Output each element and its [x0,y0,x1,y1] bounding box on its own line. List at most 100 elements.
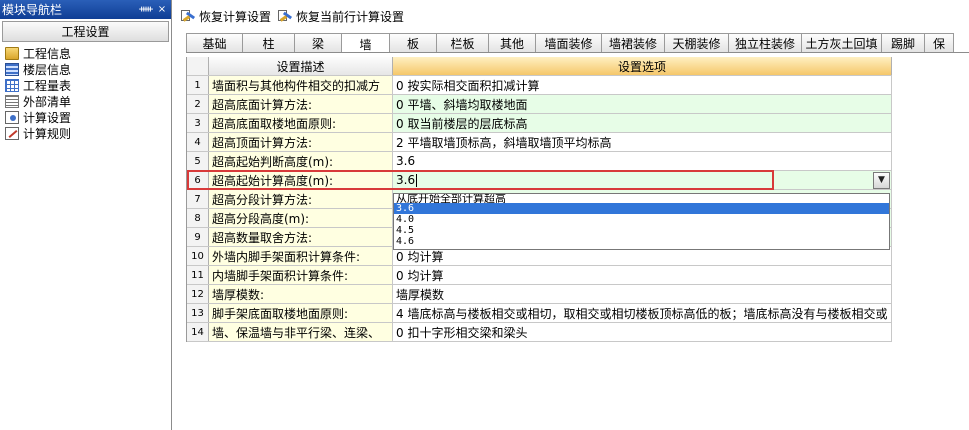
row-description: 内墙脚手架面积计算条件: [209,266,393,284]
nav-item-calc-rules[interactable]: 计算规则 [5,125,171,141]
header-description: 设置描述 [209,57,393,75]
row-description: 超高数量取舍方法: [209,228,393,246]
row-description: 超高分段高度(m): [209,209,393,227]
row-description: 超高起始计算高度(m): [209,171,393,189]
dropdown-hidden-text: 从底开始全部计算超高 [396,194,506,203]
row-option[interactable]: 4 墙底标高与楼板相交或相切，取相交或相切楼板顶标高低的板；墙底标高没有与楼板相… [393,304,892,322]
dropdown-option[interactable]: 4.6 [394,236,889,247]
tab-dado-finish[interactable]: 墙裙装修 [601,33,665,52]
toolbar: 恢复计算设置 恢复当前行计算设置 [173,0,969,32]
row-number: 5 [187,152,209,170]
dropdown-option[interactable]: 4.0 [394,214,889,225]
component-tabs: 基础 柱 梁 墙 板 栏板 其他 墙面装修 墙裙装修 天棚装修 独立柱装修 土方… [186,33,969,53]
nav-item-label: 计算规则 [23,126,72,141]
row-option[interactable]: 墙厚模数 [393,285,892,303]
table-row-active[interactable]: 6 超高起始计算高度(m): 3.6 ▼ [187,171,892,190]
table-row[interactable]: 13 脚手架底面取楼地面原则: 4 墙底标高与楼板相交或相切，取相交或相切楼板顶… [187,304,892,323]
settings-icon [5,110,19,124]
nav-item-project-info[interactable]: 工程信息 [5,45,171,61]
row-option[interactable]: 0 平墙、斜墙均取楼地面 [393,95,892,113]
row-number: 9 [187,228,209,246]
tab-column-finish[interactable]: 独立柱装修 [728,33,802,52]
table-row[interactable]: 11 内墙脚手架面积计算条件: 0 均计算 [187,266,892,285]
row-number: 14 [187,323,209,341]
restore-settings-button[interactable]: 恢复计算设置 [177,5,274,27]
row-number: 10 [187,247,209,265]
restore-current-row-button[interactable]: 恢复当前行计算设置 [274,5,407,27]
row-description: 墙、保温墙与非平行梁、连梁、 [209,323,393,341]
row-description: 超高起始判断高度(m): [209,152,393,170]
table-row[interactable]: 5 超高起始判断高度(m): 3.6 [187,152,892,171]
tab-wall[interactable]: 墙 [341,33,390,52]
row-description: 超高分段计算方法: [209,190,393,208]
row-number: 8 [187,209,209,227]
nav-panel-header: 模块导航栏 ᚔ × [0,0,171,19]
tab-column[interactable]: 柱 [242,33,295,52]
row-description: 墙厚模数: [209,285,393,303]
tab-more[interactable]: 保 [924,33,954,52]
tab-ceiling-finish[interactable]: 天棚装修 [664,33,729,52]
nav-item-quantity-table[interactable]: 工程量表 [5,77,171,93]
nav-item-external-list[interactable]: 外部清单 [5,93,171,109]
nav-panel-title: 模块导航栏 [2,3,63,17]
pin-icon[interactable]: ᚔ [139,3,153,17]
row-option[interactable]: 0 按实际相交面积扣减计算 [393,76,892,94]
table-row[interactable]: 14 墙、保温墙与非平行梁、连梁、 0 扣十字形相交梁和梁头 [187,323,892,342]
text-cursor [416,173,418,187]
chevron-down-icon[interactable]: ▼ [873,171,890,189]
tab-other[interactable]: 其他 [488,33,536,52]
restore-current-row-label: 恢复当前行计算设置 [296,9,405,24]
height-dropdown-list: 从底开始全部计算超高 3.6 4.0 4.5 4.6 [393,193,890,250]
row-option[interactable]: 3.6 [393,152,892,170]
row-description: 超高底面计算方法: [209,95,393,113]
tab-parapet[interactable]: 栏板 [436,33,489,52]
row-number: 13 [187,304,209,322]
row-number: 3 [187,114,209,132]
nav-item-floor-info[interactable]: 楼层信息 [5,61,171,77]
row-option[interactable]: 0 均计算 [393,266,892,284]
table-row[interactable]: 12 墙厚模数: 墙厚模数 [187,285,892,304]
dropdown-option[interactable]: 4.5 [394,225,889,236]
row-description: 脚手架底面取楼地面原则: [209,304,393,322]
table-icon [5,78,19,92]
close-icon[interactable]: × [155,3,169,17]
nav-item-label: 外部清单 [23,94,72,109]
table-row[interactable]: 3 超高底面取楼地面原则: 0 取当前楼层的层底标高 [187,114,892,133]
folder-icon [5,46,19,60]
nav-list: 工程信息 楼层信息 工程量表 外部清单 计算设置 计算规则 [0,42,171,141]
row-number: 11 [187,266,209,284]
tab-slab[interactable]: 板 [389,33,437,52]
module-nav-panel: 模块导航栏 ᚔ × 工程设置 工程信息 楼层信息 工程量表 外部清单 计算设置 … [0,0,172,430]
row-option[interactable]: 0 扣十字形相交梁和梁头 [393,323,892,341]
nav-item-label: 楼层信息 [23,62,72,77]
header-option: 设置选项 [393,57,892,75]
row-number: 6 [187,171,209,189]
row-number: 2 [187,95,209,113]
row-description: 超高底面取楼地面原则: [209,114,393,132]
nav-group-project-settings[interactable]: 工程设置 [2,21,169,42]
tab-foundation[interactable]: 基础 [186,33,243,52]
tab-skirting[interactable]: 踢脚 [881,33,925,52]
restore-settings-label: 恢复计算设置 [199,9,272,24]
nav-item-label: 工程量表 [23,78,72,93]
nav-item-label: 计算设置 [23,110,72,125]
row-number: 1 [187,76,209,94]
table-row[interactable]: 1 墙面积与其他构件相交的扣减方 0 按实际相交面积扣减计算 [187,76,892,95]
grid-header: 设置描述 设置选项 [187,57,892,76]
rule-icon [5,126,19,140]
tab-wall-finish[interactable]: 墙面装修 [535,33,602,52]
table-row[interactable]: 2 超高底面计算方法: 0 平墙、斜墙均取楼地面 [187,95,892,114]
restore-row-icon [277,8,293,24]
row-description: 外墙内脚手架面积计算条件: [209,247,393,265]
row-option[interactable]: 2 平墙取墙顶标高，斜墙取墙顶平均标高 [393,133,892,151]
row-number: 4 [187,133,209,151]
tab-earth-backfill[interactable]: 土方灰土回填 [801,33,882,52]
tab-beam[interactable]: 梁 [294,33,342,52]
combobox-value: 3.6 [396,173,416,187]
nav-item-calc-settings[interactable]: 计算设置 [5,109,171,125]
table-row[interactable]: 4 超高顶面计算方法: 2 平墙取墙顶标高，斜墙取墙顶平均标高 [187,133,892,152]
dropdown-option-selected[interactable]: 3.6 [394,203,889,214]
row-description: 超高顶面计算方法: [209,133,393,151]
row-option[interactable]: 0 取当前楼层的层底标高 [393,114,892,132]
height-combobox[interactable]: 3.6 ▼ [393,171,892,189]
